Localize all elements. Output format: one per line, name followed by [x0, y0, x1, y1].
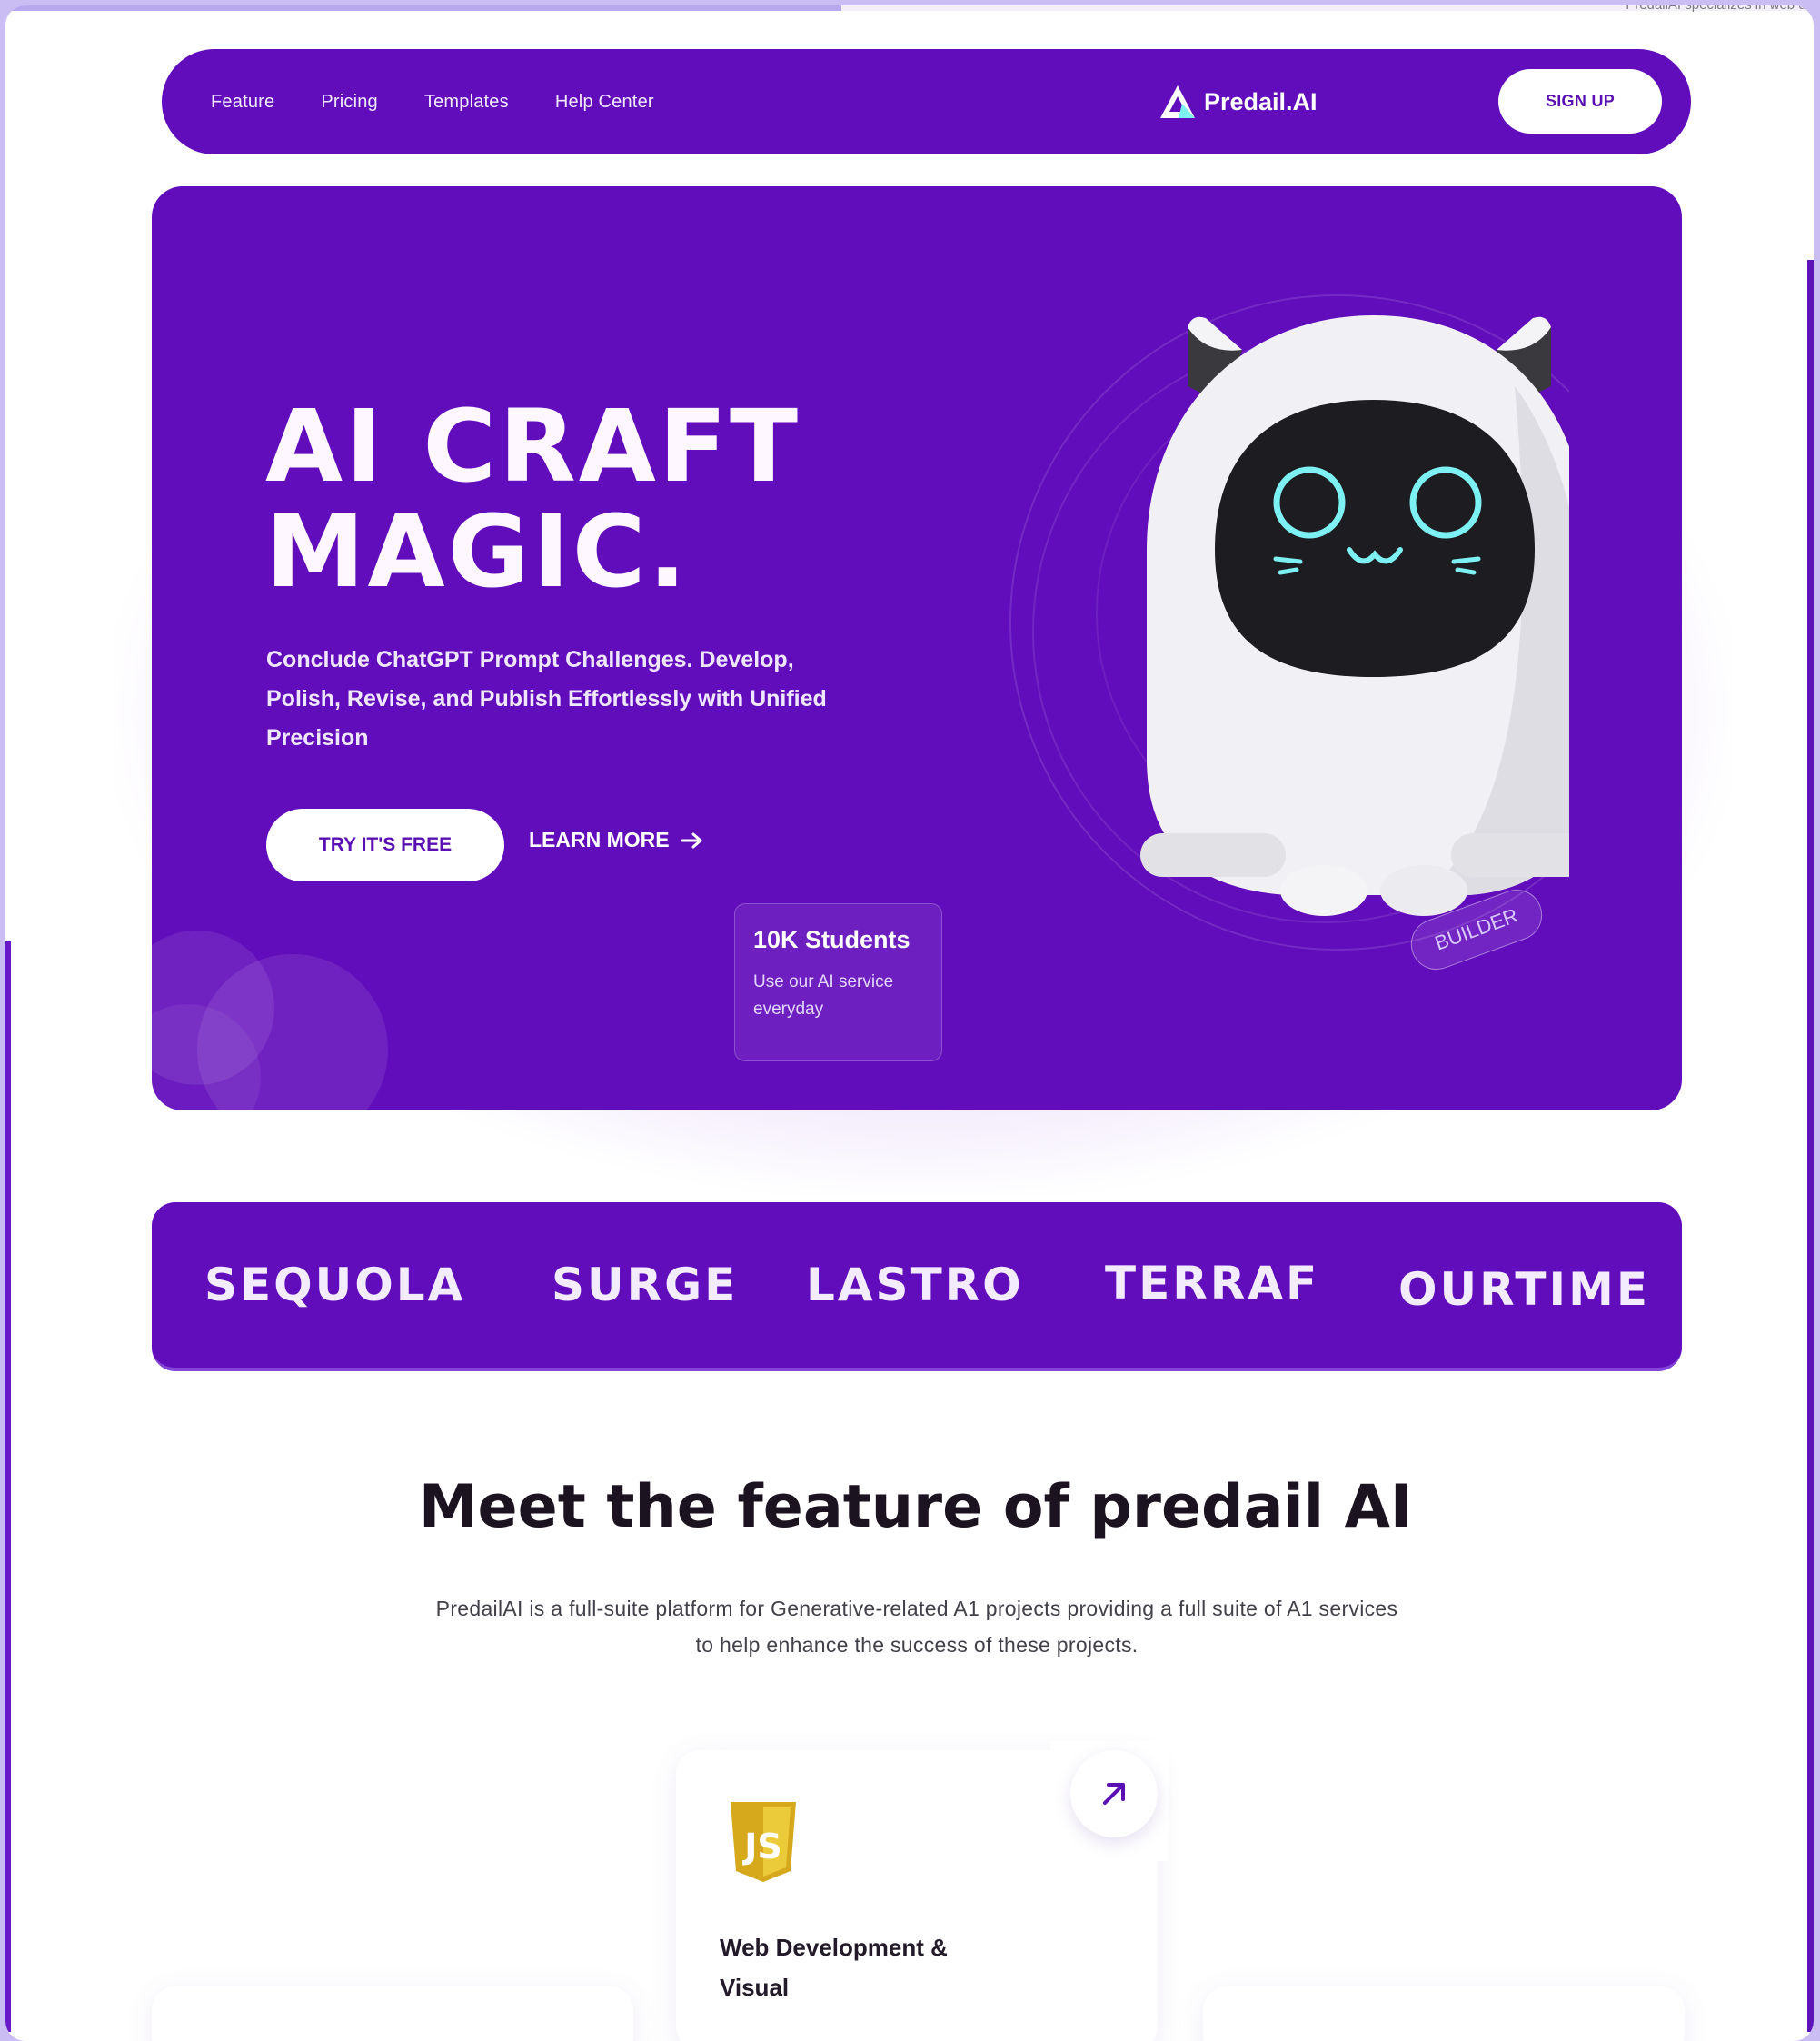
logo-mark-icon	[1160, 85, 1195, 118]
svg-text:JS: JS	[741, 1827, 782, 1867]
brand-logo[interactable]: Predail.AI	[1159, 84, 1318, 120]
nav-link-pricing[interactable]: Pricing	[321, 92, 378, 113]
page-frame: PredailAI specializes in web de Feature …	[5, 5, 1814, 2041]
feature-card-left[interactable]	[152, 1986, 633, 2041]
nav-link-templates[interactable]: Templates	[424, 92, 509, 113]
learn-more-link[interactable]: LEARN MORE	[529, 828, 704, 852]
hero-subtitle: Conclude ChatGPT Prompt Challenges. Deve…	[266, 647, 827, 751]
hero-title: AI CRAFT MAGIC.	[265, 393, 801, 604]
nav-link-feature[interactable]: Feature	[211, 92, 274, 113]
sign-up-button[interactable]: SIGN UP	[1498, 69, 1662, 134]
brand-surge: SURGE	[552, 1259, 739, 1311]
hero-title-line1: AI CRAFT	[265, 388, 801, 504]
right-edge-bar	[1807, 260, 1814, 2032]
top-navbar: Feature Pricing Templates Help Center Pr…	[162, 49, 1691, 154]
browser-strip	[5, 5, 841, 11]
logo-text: Predail.AI	[1204, 87, 1318, 115]
features-heading: Meet the feature of predail AI	[418, 1473, 1413, 1541]
feature-card-right[interactable]	[1203, 1986, 1685, 2041]
arrow-right-icon	[681, 832, 702, 848]
nav-link-help-center[interactable]: Help Center	[555, 92, 654, 113]
brand-ourtime: OURTIME	[1398, 1263, 1650, 1316]
hero-section: AI CRAFT MAGIC. Conclude ChatGPT Prompt …	[152, 186, 1682, 1110]
nav-links: Feature Pricing Templates Help Center	[211, 92, 654, 113]
features-description: PredailAI is a full-suite platform for G…	[435, 1597, 1398, 1657]
adjacent-window-snippet: PredailAI specializes in web de	[1626, 5, 1814, 13]
js-icon: JS	[731, 1802, 796, 1882]
robot-cat-illustration	[1009, 294, 1569, 951]
learn-more-label: LEARN MORE	[529, 828, 670, 851]
brand-logos-bar: SEQUOLA SURGE LASTRO TERRAF OURTIME	[152, 1202, 1682, 1371]
arrow-up-right-icon	[1103, 1783, 1125, 1805]
brand-terraf: TERRAF	[1105, 1257, 1320, 1309]
brand-sequola: SEQUOLA	[204, 1259, 466, 1311]
hero-title-line2: MAGIC.	[265, 493, 690, 610]
card-open-button[interactable]	[1070, 1750, 1158, 1837]
card-title: Web Development & Visual	[720, 1934, 948, 2001]
try-free-button[interactable]: TRY IT'S FREE	[266, 809, 504, 881]
brand-lastro: LASTRO	[806, 1259, 1024, 1311]
